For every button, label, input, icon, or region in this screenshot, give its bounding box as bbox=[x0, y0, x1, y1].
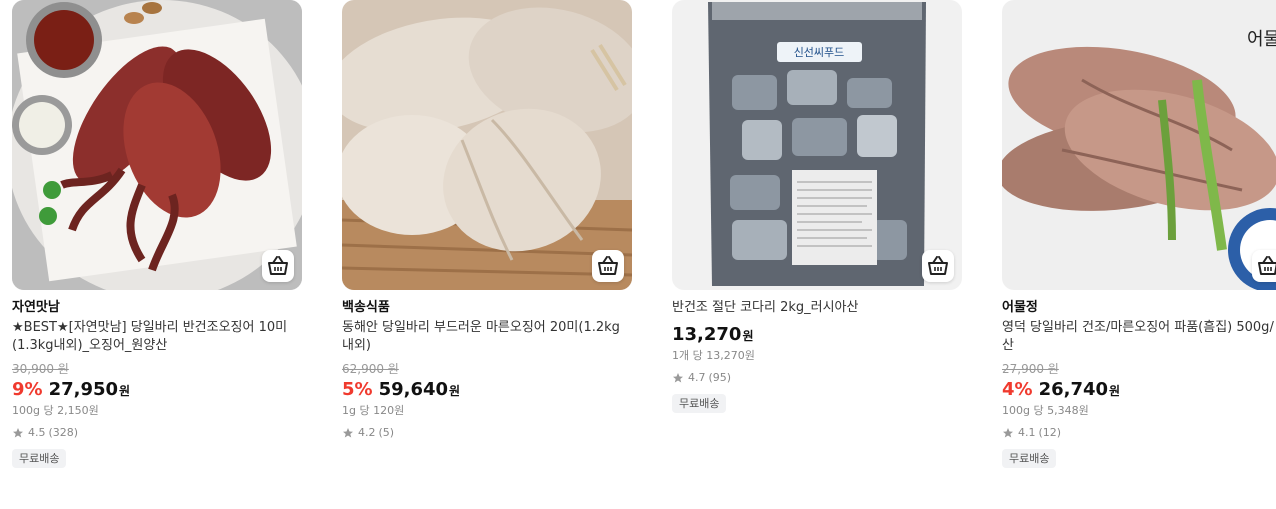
rating-row: 4.5 (328) bbox=[12, 426, 302, 440]
price-row: 4% 26,740 원 bbox=[1002, 378, 1276, 403]
product-title[interactable]: 동해안 당일바리 부드러운 마른오징어 20미(1.2kg 내외) bbox=[342, 319, 632, 355]
bundled-dried-squid-image: 어물 bbox=[1002, 0, 1276, 290]
product-image[interactable] bbox=[12, 0, 302, 290]
review-count: (12) bbox=[1038, 426, 1062, 439]
product-image[interactable] bbox=[342, 0, 632, 290]
review-count: (5) bbox=[378, 426, 395, 439]
review-count: (95) bbox=[708, 371, 732, 384]
rating-row: 4.7 (95) bbox=[672, 371, 962, 385]
sale-price: 27,950 bbox=[48, 379, 119, 400]
free-shipping-badge: 무료배송 bbox=[672, 394, 727, 413]
star-icon bbox=[1003, 428, 1013, 438]
original-price: 62,900 원 bbox=[342, 362, 399, 376]
product-card[interactable]: 어물 어물정 영덕 당일바리 건조/마른오징어 파품(흠집) 500g/산 27… bbox=[1002, 0, 1276, 468]
star-icon bbox=[343, 428, 353, 438]
rating-score: 4.1 bbox=[1018, 426, 1036, 439]
product-card[interactable]: 자연맛남 ★BEST★[자연맛남] 당일바리 반건조오징어 10미(1.3kg내… bbox=[12, 0, 302, 468]
discount-rate: 9% bbox=[12, 379, 43, 400]
rating-score: 4.2 bbox=[358, 426, 376, 439]
sale-price: 13,270 bbox=[672, 324, 742, 345]
basket-icon bbox=[928, 256, 948, 275]
rating-row: 4.2 (5) bbox=[342, 426, 632, 440]
product-brand[interactable]: 백송식품 bbox=[342, 299, 632, 317]
free-shipping-badge: 무료배송 bbox=[1002, 449, 1057, 468]
product-title[interactable]: 반건조 절단 코다리 2kg_러시아산 bbox=[672, 299, 962, 317]
currency-label: 원 bbox=[1109, 384, 1121, 398]
price-row: 9% 27,950 원 bbox=[12, 378, 302, 403]
add-to-cart-button[interactable] bbox=[922, 250, 954, 282]
add-to-cart-button[interactable] bbox=[1252, 250, 1276, 282]
grilled-squid-image bbox=[12, 0, 302, 290]
product-card[interactable]: 백송식품 동해안 당일바리 부드러운 마른오징어 20미(1.2kg 내외) 6… bbox=[342, 0, 632, 440]
product-title[interactable]: ★BEST★[자연맛남] 당일바리 반건조오징어 10미(1.3kg내외)_오징… bbox=[12, 319, 302, 355]
basket-icon bbox=[1258, 256, 1276, 275]
product-card[interactable]: 신선씨푸드 반건조 절단 코다리 2kg_러시아산 13,270 원 1개 당 … bbox=[672, 0, 962, 413]
currency-label: 원 bbox=[119, 384, 131, 398]
rating-row: 4.1 (12) bbox=[1002, 426, 1276, 440]
discount-rate: 4% bbox=[1002, 379, 1033, 400]
basket-icon bbox=[268, 256, 288, 275]
currency-label: 원 bbox=[742, 329, 754, 343]
sale-price: 26,740 bbox=[1038, 379, 1109, 400]
unit-price: 1g 당 120원 bbox=[342, 404, 405, 417]
dried-squid-image bbox=[342, 0, 632, 290]
product-brand[interactable]: 자연맛남 bbox=[12, 299, 302, 317]
review-count: (328) bbox=[48, 426, 79, 439]
star-icon bbox=[13, 428, 23, 438]
currency-label: 원 bbox=[449, 384, 461, 398]
product-brand[interactable]: 어물정 bbox=[1002, 299, 1276, 317]
sale-price: 59,640 bbox=[378, 379, 449, 400]
price-row: 13,270 원 bbox=[672, 323, 962, 348]
original-price: 30,900 원 bbox=[12, 362, 69, 376]
add-to-cart-button[interactable] bbox=[262, 250, 294, 282]
product-title[interactable]: 영덕 당일바리 건조/마른오징어 파품(흠집) 500g/산 bbox=[1002, 319, 1276, 355]
add-to-cart-button[interactable] bbox=[592, 250, 624, 282]
original-price: 27,900 원 bbox=[1002, 362, 1059, 376]
rating-score: 4.7 bbox=[688, 371, 706, 384]
rating-score: 4.5 bbox=[28, 426, 46, 439]
brand-logo-text: 어물 bbox=[1247, 29, 1276, 50]
price-row: 5% 59,640 원 bbox=[342, 378, 632, 403]
discount-rate: 5% bbox=[342, 379, 373, 400]
product-image[interactable]: 어물 bbox=[1002, 0, 1276, 290]
basket-icon bbox=[598, 256, 618, 275]
unit-price: 1개 당 13,270원 bbox=[672, 349, 755, 362]
unit-price: 100g 당 2,150원 bbox=[12, 404, 99, 417]
unit-price: 100g 당 5,348원 bbox=[1002, 404, 1089, 417]
packaged-pollack-image: 신선씨푸드 bbox=[672, 0, 962, 290]
package-label: 신선씨푸드 bbox=[794, 46, 845, 59]
free-shipping-badge: 무료배송 bbox=[12, 449, 67, 468]
product-image[interactable]: 신선씨푸드 bbox=[672, 0, 962, 290]
star-icon bbox=[673, 373, 683, 383]
